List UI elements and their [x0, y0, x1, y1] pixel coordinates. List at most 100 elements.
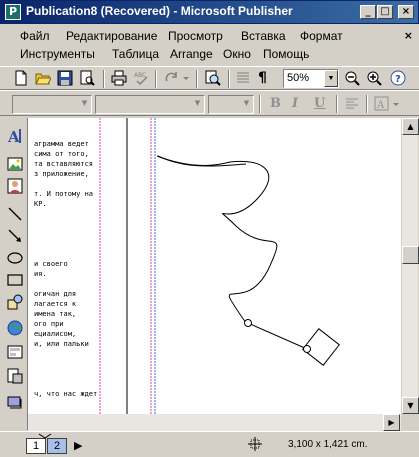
new-document-icon[interactable] — [13, 70, 29, 86]
text-direction-icon[interactable]: A — [374, 96, 390, 112]
style-dropdown[interactable]: ▼ — [12, 95, 92, 114]
autoshapes-icon[interactable] — [7, 294, 23, 310]
design-gallery-icon[interactable] — [7, 394, 23, 410]
window-title: Publication8 (Recovered) - Microsoft Pub… — [26, 4, 293, 18]
toolbar-separator — [228, 70, 230, 88]
publisher-app-icon[interactable]: P — [5, 4, 21, 20]
zoom-in-icon[interactable] — [366, 70, 382, 86]
text-line: лагается к — [34, 300, 77, 308]
help-icon[interactable]: ? — [390, 70, 406, 86]
text-box-icon[interactable]: A — [7, 128, 23, 144]
scroll-down-button[interactable]: ▼ — [402, 397, 419, 414]
title-bar[interactable]: P Publication8 (Recovered) - Microsoft P… — [0, 0, 419, 24]
menu-insert[interactable]: Вставка — [241, 29, 286, 43]
text-line: аграмма ведет — [34, 140, 89, 148]
status-bar: 1 2 ▶ 3,100 x 1,421 cm. — [0, 431, 419, 457]
selection-handle[interactable] — [303, 345, 311, 353]
page-tab-1[interactable]: 1 — [26, 438, 46, 454]
vertical-scroll-thumb[interactable] — [402, 246, 419, 264]
font-size-dropdown[interactable]: ▼ — [208, 95, 254, 114]
text-line: з приложение, — [34, 170, 89, 178]
bold-button[interactable]: B — [270, 96, 281, 111]
special-characters-icon[interactable]: ¶ — [258, 70, 274, 86]
print-preview-icon[interactable] — [79, 70, 95, 86]
font-dropdown[interactable]: ▼ — [95, 95, 205, 114]
toolbar-separator — [259, 95, 261, 113]
menu-view[interactable]: Просмотр — [168, 29, 223, 43]
zoom-out-icon[interactable] — [344, 70, 360, 86]
redo-icon[interactable] — [164, 70, 180, 86]
spelling-check-icon[interactable]: ABC — [133, 70, 149, 86]
object-position-icon — [248, 437, 262, 451]
italic-button[interactable]: I — [292, 96, 298, 111]
save-icon[interactable] — [57, 70, 73, 86]
redo-dropdown-icon[interactable] — [182, 70, 190, 86]
print-icon[interactable] — [111, 70, 127, 86]
close-button[interactable]: × — [398, 5, 414, 19]
toolbar-separator — [196, 70, 198, 88]
standard-toolbar: ABC ¶ 50% ▼ ? — [0, 66, 419, 90]
page-tab-2[interactable]: 2 — [47, 438, 67, 454]
chevron-down-icon: ▼ — [81, 99, 88, 107]
vertical-scrollbar[interactable]: ▲ ▼ — [401, 118, 419, 414]
text-line: имена так, — [34, 310, 77, 318]
columns-icon[interactable] — [235, 70, 251, 86]
freeform-curve[interactable] — [157, 155, 247, 167]
rectangle-tool-icon[interactable] — [7, 272, 23, 288]
menu-tools[interactable]: Инструменты — [20, 47, 95, 61]
zoom-select[interactable]: 50% ▼ — [283, 69, 339, 88]
svg-text:A: A — [7, 128, 20, 144]
text-line: и своего — [34, 260, 68, 268]
toolbar-separator — [103, 70, 105, 88]
menu-window[interactable]: Окно — [223, 47, 251, 61]
text-line: сима от того, — [34, 150, 89, 158]
zoom-to-page-icon[interactable] — [205, 70, 221, 86]
chevron-down-icon: ▼ — [194, 99, 201, 107]
text-line: ециалисом, — [34, 330, 77, 338]
minimize-button[interactable]: _ — [360, 5, 376, 19]
scroll-right-button[interactable]: ▶ — [383, 414, 400, 431]
objects-toolbar: A — [0, 118, 28, 430]
menu-file[interactable]: Файл — [20, 29, 50, 43]
clip-art-icon[interactable] — [7, 178, 23, 194]
svg-text:A: A — [376, 100, 385, 111]
scroll-up-button[interactable]: ▲ — [402, 118, 419, 135]
oval-tool-icon[interactable] — [7, 250, 23, 266]
maximize-button[interactable]: □ — [377, 5, 393, 19]
connector-line[interactable] — [247, 322, 308, 350]
menu-format[interactable]: Формат — [300, 29, 343, 43]
text-line: т. И потому на — [34, 190, 94, 198]
menu-table[interactable]: Таблица — [112, 47, 159, 61]
document-close-icon[interactable]: × — [404, 29, 413, 42]
next-page-icon[interactable]: ▶ — [74, 439, 82, 452]
formatting-toolbar: ▼ ▼ ▼ B I U A — [0, 90, 419, 116]
text-direction-dropdown-icon[interactable] — [392, 96, 400, 112]
open-folder-icon[interactable] — [35, 70, 51, 86]
selection-handle[interactable] — [244, 319, 252, 327]
menu-help[interactable]: Помощь — [263, 47, 309, 61]
align-left-icon[interactable] — [344, 96, 360, 112]
menu-arrange[interactable]: Arrange — [170, 47, 213, 61]
toolbar-separator — [366, 95, 368, 113]
form-control-icon[interactable] — [7, 344, 23, 360]
chevron-down-icon[interactable]: ▼ — [324, 70, 338, 87]
text-line: ого при — [34, 320, 64, 328]
freeform-curve[interactable] — [156, 155, 278, 324]
text-line: ч, что нас ждет — [34, 390, 98, 398]
toolbar-separator — [155, 70, 157, 88]
current-page-marker-icon — [38, 433, 52, 439]
menu-edit[interactable]: Редактирование — [66, 29, 157, 43]
text-line: ия. — [34, 270, 47, 278]
picture-frame-icon[interactable] — [7, 156, 23, 172]
line-tool-icon[interactable] — [7, 206, 23, 222]
insert-object-icon[interactable] — [7, 368, 23, 384]
horizontal-scrollbar[interactable]: ▶ — [28, 414, 401, 431]
chevron-down-icon: ▼ — [243, 99, 250, 107]
svg-text:?: ? — [395, 74, 401, 85]
arrow-tool-icon[interactable] — [7, 228, 23, 244]
underline-button[interactable]: U — [314, 96, 325, 111]
menu-bar: Файл Редактирование Просмотр Вставка Фор… — [0, 24, 419, 66]
publication-workspace[interactable]: аграмма ведет сима от того, та вставляются… — [28, 118, 401, 414]
toolbar-separator — [336, 95, 338, 113]
web-tools-icon[interactable] — [7, 320, 23, 336]
